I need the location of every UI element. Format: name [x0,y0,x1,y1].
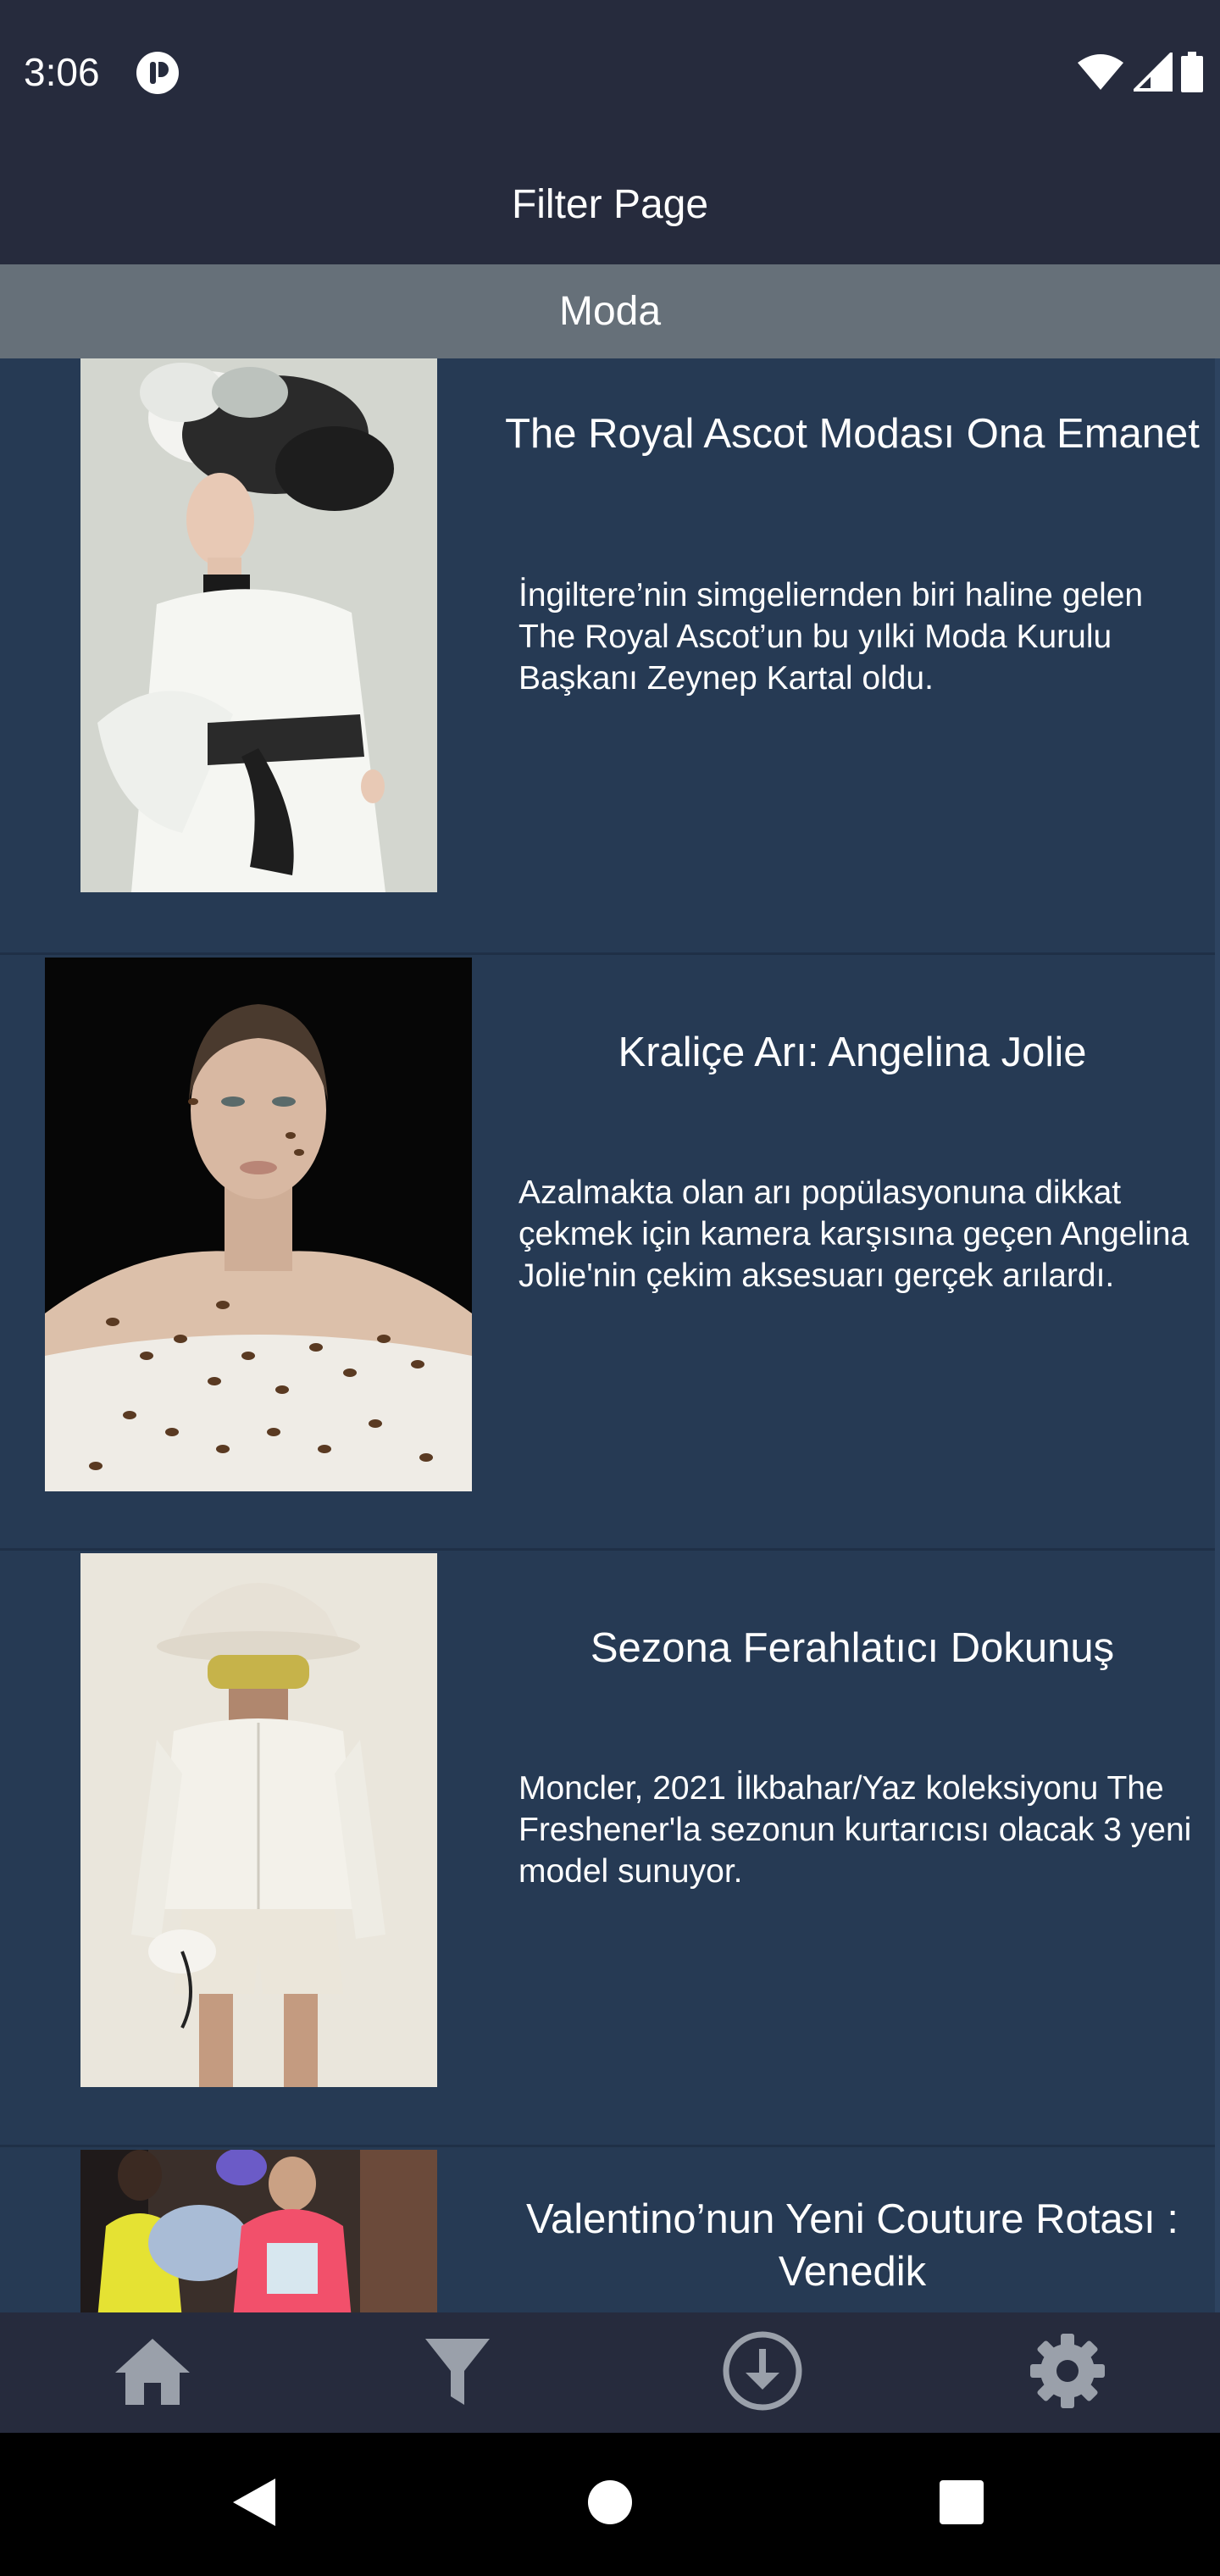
download-icon [722,2330,803,2416]
app-bar: Filter Page [0,144,1220,264]
back-triangle-icon [231,2477,277,2532]
cell-signal-icon [1131,49,1173,96]
nav-settings[interactable] [991,2312,1144,2433]
system-home-button[interactable] [542,2433,678,2576]
status-time: 3:06 [24,50,100,94]
article-image [80,358,437,892]
article-title[interactable]: Kraliçe Arı: Angelina Jolie [505,1026,1200,1079]
article-item[interactable]: Sezona Ferahlatıcı Dokunuş Moncler, 2021… [0,1551,1220,2147]
article-description: Moncler, 2021 İlkbahar/Yaz koleksiyonu T… [518,1770,1192,1890]
recents-square-icon [939,2479,984,2529]
article-image [45,958,472,1491]
settings-icon [1029,2332,1106,2414]
nav-filter[interactable] [381,2312,534,2433]
app-notification-icon [136,51,180,95]
home-icon [112,2335,193,2411]
system-back-button[interactable] [186,2433,322,2576]
status-bar: 3:06 [0,0,1220,144]
page-title: Filter Page [511,181,709,227]
article-description: Azalmakta olan arı popülasyonuna dikkat … [518,1174,1190,1294]
article-item[interactable]: Kraliçe Arı: Angelina Jolie Azalmakta ol… [0,955,1220,1551]
article-description: İngiltere’nin simgeliernden biri haline … [518,577,1144,697]
article-item[interactable]: The Royal Ascot Modası Ona Emanet İngilt… [0,358,1220,955]
bottom-navigation [0,2312,1220,2433]
battery-icon [1181,51,1203,97]
filter-icon [424,2335,491,2411]
status-icons [1076,49,1203,97]
article-title[interactable]: Valentino’nun Yeni Couture Rotası : Vene… [505,2193,1200,2298]
category-header: Moda [0,264,1220,358]
article-item[interactable]: Valentino’nun Yeni Couture Rotası : Vene… [0,2147,1220,2312]
home-circle-icon [586,2479,634,2530]
article-title[interactable]: Sezona Ferahlatıcı Dokunuş [505,1622,1200,1674]
category-label: Moda [558,289,662,334]
nav-download[interactable] [686,2312,839,2433]
wifi-icon [1076,53,1125,96]
nav-home[interactable] [76,2312,229,2433]
article-image [80,1553,437,2087]
system-recents-button[interactable] [894,2433,1029,2576]
article-image [80,2150,437,2312]
article-list[interactable]: The Royal Ascot Modası Ona Emanet İngilt… [0,358,1220,2312]
system-navigation-bar [0,2433,1220,2576]
article-title[interactable]: The Royal Ascot Modası Ona Emanet [505,408,1200,460]
scrollbar[interactable] [1215,358,1220,2312]
